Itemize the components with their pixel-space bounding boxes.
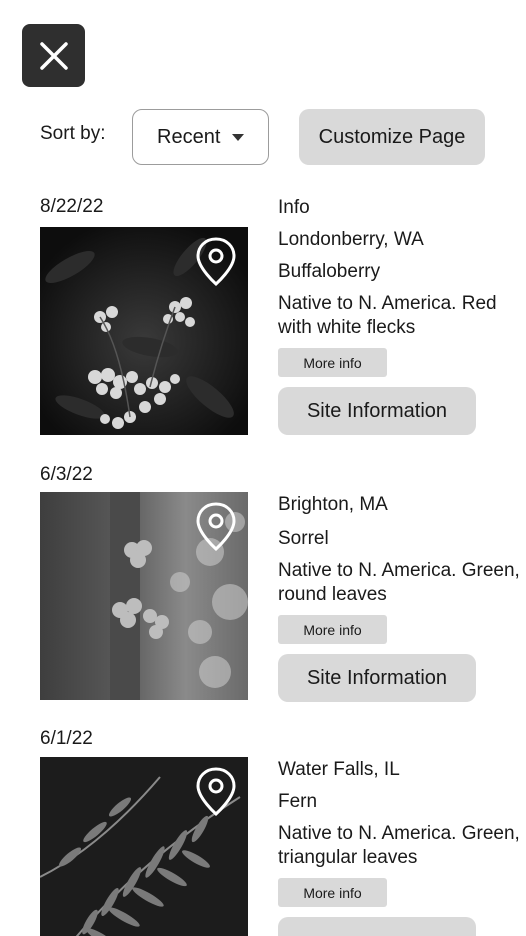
entry-date: 6/3/22 [40, 464, 93, 485]
plant-name: Sorrel [278, 528, 329, 549]
plant-description: Native to N. America. Red with white fle… [278, 293, 497, 338]
sort-dropdown[interactable]: Recent [132, 109, 269, 165]
sort-label: Sort by: [40, 123, 106, 144]
plant-photo[interactable] [40, 492, 248, 700]
site-information-button[interactable]: Site Information [278, 654, 476, 702]
more-info-button[interactable]: More info [278, 348, 387, 377]
more-info-button[interactable]: More info [278, 878, 387, 907]
plant-name: Fern [278, 791, 318, 812]
site-information-button[interactable]: Site Information [278, 387, 476, 435]
plant-name: Buffaloberry [278, 261, 381, 282]
location-pin-icon[interactable] [195, 502, 237, 552]
entry-location: Brighton, MA [278, 494, 388, 515]
info-heading: Info [278, 197, 310, 218]
entry-date: 6/1/22 [40, 728, 93, 749]
chevron-down-icon [232, 133, 245, 141]
plant-photo[interactable] [40, 757, 248, 936]
sort-value: Recent [157, 125, 221, 148]
location-pin-icon[interactable] [195, 237, 237, 287]
close-icon [39, 41, 68, 70]
plant-description: Native to N. America. Green, round leave… [278, 560, 520, 605]
close-button[interactable] [22, 24, 85, 87]
more-info-button[interactable]: More info [278, 615, 387, 644]
plant-description: Native to N. America. Green, triangular … [278, 823, 520, 868]
location-pin-icon[interactable] [195, 767, 237, 817]
entry-date: 8/22/22 [40, 196, 104, 217]
customize-page-button[interactable]: Customize Page [299, 109, 485, 165]
site-information-button[interactable] [278, 917, 476, 936]
plant-photo[interactable] [40, 227, 248, 435]
entry-location: Water Falls, IL [278, 759, 400, 780]
entry-location: Londonberry, WA [278, 229, 424, 250]
